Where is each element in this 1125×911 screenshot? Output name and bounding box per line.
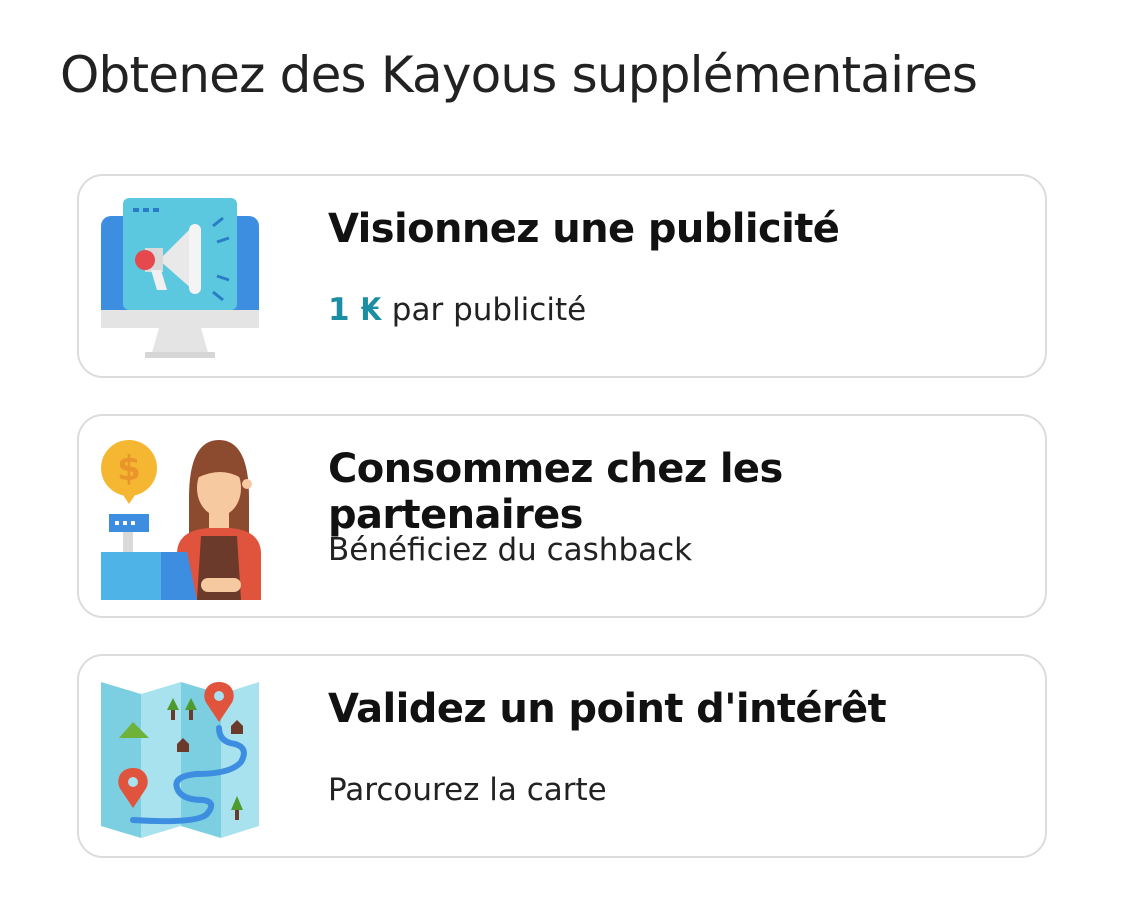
card-heading: Visionnez une publicité [328, 206, 840, 252]
map-pins-icon [101, 678, 261, 840]
watch-ad-card[interactable]: Visionnez une publicité 1 ₭ par publicit… [77, 174, 1047, 378]
point-of-interest-card[interactable]: Validez un point d'intérêt Parcourez la … [77, 654, 1047, 858]
card-heading: Validez un point d'intérêt [328, 686, 887, 732]
card-heading: Consommez chez les partenaires [328, 446, 783, 538]
card-subtitle: Parcourez la carte [328, 772, 607, 808]
cashier-cashback-icon: $ [101, 438, 261, 600]
card-subtitle: Bénéficiez du cashback [328, 532, 693, 568]
reward-label: par publicité [391, 292, 587, 328]
page-title: Obtenez des Kayous supplémentaires [60, 46, 978, 104]
card-subtitle: 1 ₭ par publicité [328, 292, 586, 328]
partners-cashback-card[interactable]: $ Consommez chez les partenaires Bénéfic… [77, 414, 1047, 618]
svg-text:$: $ [117, 449, 141, 489]
reward-amount: 1 ₭ [328, 292, 382, 328]
advertising-monitor-icon [101, 198, 261, 360]
